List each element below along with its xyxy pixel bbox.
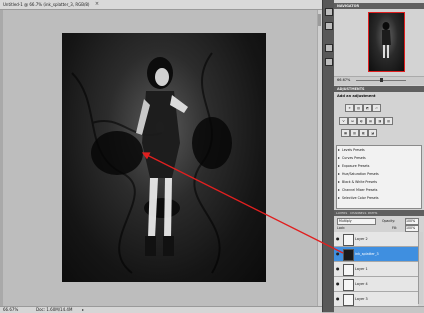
preset-item[interactable]: Channel Mixer Presets xyxy=(338,188,377,192)
blend-mode-select[interactable]: Multiply xyxy=(337,218,376,225)
window-left-edge xyxy=(0,10,3,306)
expand-triangle-icon[interactable] xyxy=(338,181,340,183)
adjustments-hint: Add an adjustment xyxy=(337,94,376,98)
levels-icon[interactable]: ▥ xyxy=(354,104,363,112)
tab-channels[interactable]: CHANNELS xyxy=(350,211,366,215)
invert-icon[interactable]: ▦ xyxy=(341,129,350,137)
preset-item[interactable]: Selective Color Presets xyxy=(338,196,379,200)
navigator-preview[interactable] xyxy=(368,12,405,72)
layer-name[interactable]: ink_splatter_3 xyxy=(355,252,379,256)
visibility-eye-icon[interactable]: ● xyxy=(336,237,340,241)
gradient-map-icon[interactable]: ◪ xyxy=(368,129,377,137)
expand-triangle-icon[interactable] xyxy=(338,173,340,175)
adjustments-tab[interactable]: ADJUSTMENTS xyxy=(334,87,365,91)
vibrance-icon[interactable]: V xyxy=(339,117,348,125)
threshold-icon[interactable]: ◧ xyxy=(359,129,368,137)
layer-name[interactable]: Layer 2 xyxy=(355,237,368,241)
visibility-eye-icon[interactable]: ● xyxy=(336,252,340,256)
visibility-eye-icon[interactable]: ● xyxy=(336,282,340,286)
clone-source-icon[interactable] xyxy=(325,58,333,66)
preset-item[interactable]: Levels Presets xyxy=(338,148,365,152)
black-white-icon[interactable]: ▤ xyxy=(366,117,375,125)
opacity-field[interactable]: 100% xyxy=(405,218,419,225)
expand-triangle-icon[interactable] xyxy=(338,197,340,199)
ink-splatter-blot xyxy=(192,117,232,169)
scrollbar-thumb[interactable] xyxy=(318,14,321,26)
layers-panel-header xyxy=(334,210,424,216)
document-title[interactable]: Untitled-1 @ 66.7% (ink_splatter_3, RGB/… xyxy=(3,2,89,7)
posterize-icon[interactable]: ▧ xyxy=(350,129,359,137)
actions-icon[interactable] xyxy=(325,22,333,30)
status-menu-icon[interactable]: ▸ xyxy=(82,307,84,312)
close-icon[interactable]: × xyxy=(94,1,100,7)
preset-item[interactable]: Exposure Presets xyxy=(338,164,369,168)
expand-triangle-icon[interactable] xyxy=(338,189,340,191)
canvas-image[interactable] xyxy=(62,33,266,282)
layer-thumbnail xyxy=(343,264,354,276)
figure xyxy=(136,57,188,256)
status-doc-size: Doc: 1.60M/14.4M xyxy=(36,307,73,312)
visibility-eye-icon[interactable]: ● xyxy=(336,297,340,301)
brightness-contrast-icon[interactable]: ☀ xyxy=(345,104,354,112)
layers-scrollbar[interactable] xyxy=(418,232,423,304)
exposure-icon[interactable]: ▱ xyxy=(372,104,381,112)
expand-triangle-icon[interactable] xyxy=(338,149,340,151)
navigator-panel-header[interactable]: NAVIGATOR xyxy=(334,3,424,9)
preset-item[interactable]: Curves Presets xyxy=(338,156,366,160)
channel-mixer-icon[interactable]: ▨ xyxy=(384,117,393,125)
layer-thumbnail xyxy=(343,279,354,291)
fill-field[interactable]: 100% xyxy=(405,225,419,232)
navigator-tab[interactable]: NAVIGATOR xyxy=(334,4,359,8)
zoom-slider-handle[interactable] xyxy=(380,78,383,82)
opacity-label: Opacity: xyxy=(382,219,396,223)
preset-item[interactable]: Black & White Presets xyxy=(338,180,377,184)
expand-triangle-icon[interactable] xyxy=(338,165,340,167)
layer-thumbnail xyxy=(343,249,354,261)
navigator-thumbnail xyxy=(382,22,391,58)
layer-thumbnail xyxy=(343,294,354,306)
artwork xyxy=(71,52,232,274)
brushes-icon[interactable] xyxy=(325,44,333,52)
layer-name[interactable]: Layer 1 xyxy=(355,267,368,271)
preset-item[interactable]: Hue/Saturation Presets xyxy=(338,172,379,176)
lock-label: Lock: xyxy=(337,226,346,230)
tab-paths[interactable]: PATHS xyxy=(368,211,377,215)
hue-saturation-icon[interactable]: ⊟ xyxy=(348,117,357,125)
photo-filter-icon[interactable]: ◨ xyxy=(375,117,384,125)
status-zoom[interactable]: 66.67% xyxy=(3,307,18,312)
navigator-zoom[interactable]: 66.67% xyxy=(337,78,350,82)
layer-thumbnail xyxy=(343,234,354,246)
adjustments-panel-header[interactable]: ADJUSTMENTS xyxy=(334,86,424,92)
ink-splatter-blot xyxy=(91,131,143,175)
layer-name[interactable]: Layer 3 xyxy=(355,297,368,301)
tab-layers[interactable]: LAYERS xyxy=(336,211,347,215)
visibility-eye-icon[interactable]: ● xyxy=(336,267,340,271)
curves-icon[interactable]: ◩ xyxy=(363,104,372,112)
expand-triangle-icon[interactable] xyxy=(338,157,340,159)
fill-label: Fill: xyxy=(392,226,398,230)
history-icon[interactable] xyxy=(325,8,333,16)
color-balance-icon[interactable]: ◐ xyxy=(357,117,366,125)
layer-name[interactable]: Layer 4 xyxy=(355,282,368,286)
